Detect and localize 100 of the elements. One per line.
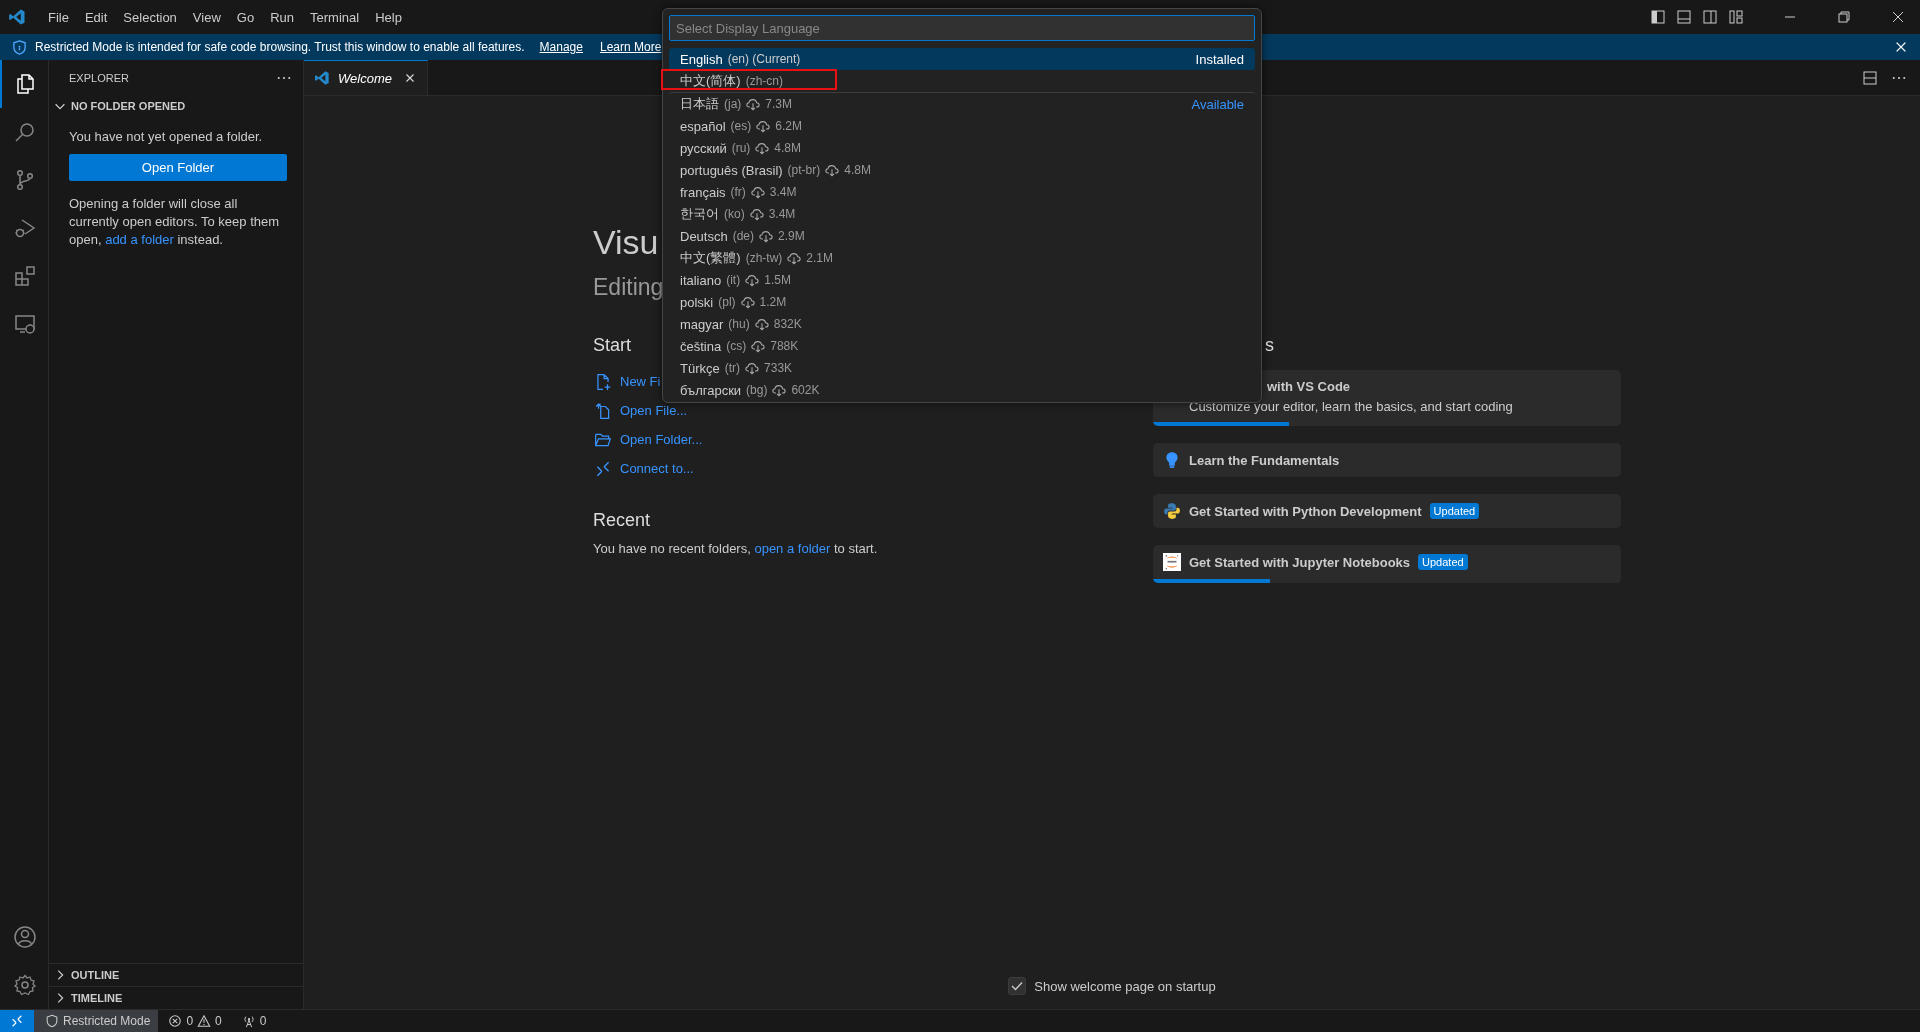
walkthrough-card[interactable]: Get Started with Jupyter Notebooks Updated [1153, 545, 1621, 583]
banner-link[interactable]: Learn More [599, 40, 662, 54]
walkthrough-description: Customize your editor, learn the basics, and start coding [1188, 399, 1514, 416]
walkthrough-title: with VS Code [1266, 378, 1351, 394]
language-option[interactable]: čeština (cs) 788K [669, 335, 1255, 357]
language-option[interactable]: magyar (hu) 832K [669, 313, 1255, 335]
shield-icon [45, 1014, 59, 1028]
open-folder-link[interactable]: open a folder [754, 541, 831, 556]
download-icon [759, 229, 774, 243]
menu-item[interactable]: Terminal [302, 9, 368, 25]
checkbox-label: Show welcome page on startup [1034, 978, 1216, 994]
jupyter-logo-icon [1163, 553, 1181, 571]
language-option[interactable]: polski (pl) 1.2M [669, 291, 1255, 313]
split-editor-icon[interactable] [1862, 69, 1878, 86]
download-icon [772, 383, 787, 397]
language-option[interactable]: 中文(简体) (zh-cn) [669, 70, 1255, 92]
welcome-title: Visu [593, 222, 659, 262]
start-link[interactable]: Open Folder... [620, 432, 703, 447]
language-option[interactable]: 日本語 (ja) 7.3M Available [669, 92, 1255, 115]
search-field[interactable]: Select Display Language [669, 15, 1255, 41]
menu-item[interactable]: Run [262, 9, 302, 25]
walkthrough-title: Get Started with Jupyter Notebooks [1189, 554, 1411, 570]
add-folder-link[interactable]: add a folder [105, 232, 174, 247]
language-option[interactable]: 中文(繁體) (zh-tw) 2.1M [669, 247, 1255, 269]
menu-item[interactable]: Selection [115, 9, 185, 25]
download-icon [750, 185, 765, 199]
recent-heading: Recent [593, 509, 651, 532]
language-option[interactable]: русский (ru) 4.8M [669, 137, 1255, 159]
banner-link[interactable]: Manage [539, 40, 583, 54]
banner-message: Restricted Mode is intended for safe code browsing. Trust this window to enable all features. [35, 40, 525, 54]
updated-badge: Updated [1429, 503, 1480, 519]
walkthroughs-heading: s [1264, 334, 1274, 357]
editor-tab[interactable]: Welcome [304, 60, 428, 95]
toggle-sidebar-icon[interactable] [1650, 9, 1666, 25]
error-icon [168, 1014, 183, 1028]
remote-icon [10, 1014, 24, 1028]
app-logo-icon [314, 70, 330, 86]
start-heading: Start [593, 334, 631, 357]
more-actions-icon[interactable] [1892, 75, 1906, 80]
download-icon [740, 295, 755, 309]
shield-icon [12, 39, 27, 55]
language-option[interactable]: español (es) 6.2M [669, 115, 1255, 137]
download-icon [751, 339, 766, 353]
download-icon [746, 97, 761, 111]
sidebar-title: EXPLORER [69, 71, 129, 84]
walkthrough-title: Learn the Fundamentals [1189, 452, 1340, 468]
menu-item[interactable]: Edit [76, 9, 116, 25]
language-option[interactable]: italiano (it) 1.5M [669, 269, 1255, 291]
lightbulb-icon [1163, 451, 1181, 469]
python-logo-icon [1163, 502, 1181, 520]
start-link[interactable]: Open File... [620, 403, 688, 418]
problems-item[interactable]: 0 0 [158, 1014, 232, 1028]
panel-header[interactable]: OUTLINE [49, 963, 303, 986]
download-icon [755, 141, 770, 155]
download-icon [787, 251, 802, 265]
menu-item[interactable]: Help [367, 9, 410, 25]
section-header[interactable]: NO FOLDER OPENED [49, 95, 303, 117]
section-title: NO FOLDER OPENED [71, 100, 186, 112]
close-icon[interactable] [1894, 40, 1908, 54]
updated-badge: Updated [1418, 554, 1468, 570]
language-option[interactable]: 한국어 (ko) 3.4M [669, 203, 1255, 225]
open-file-icon [594, 401, 612, 420]
download-icon [825, 163, 840, 177]
download-icon [745, 273, 760, 287]
panel-title: TIMELINE [71, 992, 123, 1004]
remote-button[interactable] [0, 1010, 34, 1032]
restricted-mode-item[interactable]: Restricted Mode [34, 1010, 159, 1032]
recent-message: You have no recent folders, open a folder to start. [593, 540, 879, 558]
panel-title: OUTLINE [71, 969, 120, 981]
menu-item[interactable]: File [40, 9, 77, 25]
language-option[interactable]: português (Brasil) (pt-br) 4.8M [669, 159, 1255, 181]
language-option[interactable]: français (fr) 3.4M [669, 181, 1255, 203]
download-icon [745, 361, 760, 375]
walkthrough-card[interactable]: Get Started with Python Development Updated [1153, 494, 1621, 528]
language-option[interactable]: Deutsch (de) 2.9M [669, 225, 1255, 247]
open-folder-button[interactable]: Open Folder [69, 154, 287, 181]
checkbox[interactable] [1008, 977, 1027, 995]
antenna-icon [241, 1014, 256, 1028]
start-link[interactable]: New Fi [620, 374, 661, 389]
customize-layout-icon[interactable] [1728, 9, 1744, 25]
app-logo-icon [8, 8, 26, 26]
welcome-subtitle: Editing [593, 273, 664, 302]
start-link[interactable]: Connect to... [620, 461, 694, 476]
close-icon[interactable] [1890, 9, 1906, 25]
warning-icon [197, 1014, 212, 1028]
toggle-panel-icon[interactable] [1676, 9, 1692, 25]
more-actions-icon[interactable] [277, 75, 291, 80]
menu-item[interactable]: View [184, 9, 229, 25]
walkthrough-title: Get Started with Python Development [1189, 503, 1422, 519]
toggle-secondary-sidebar-icon[interactable] [1702, 9, 1718, 25]
menu-item[interactable]: Go [228, 9, 263, 25]
new-file-icon [594, 372, 612, 391]
language-option[interactable]: English (en) (Current) Installed [669, 48, 1255, 70]
ports-item[interactable]: 0 [231, 1014, 277, 1028]
restore-icon[interactable] [1836, 9, 1852, 25]
download-icon [754, 317, 769, 331]
download-icon [756, 119, 771, 133]
remote-connect-icon [594, 459, 612, 478]
walkthrough-card[interactable]: Learn the Fundamentals [1153, 443, 1621, 477]
download-icon [749, 207, 764, 221]
